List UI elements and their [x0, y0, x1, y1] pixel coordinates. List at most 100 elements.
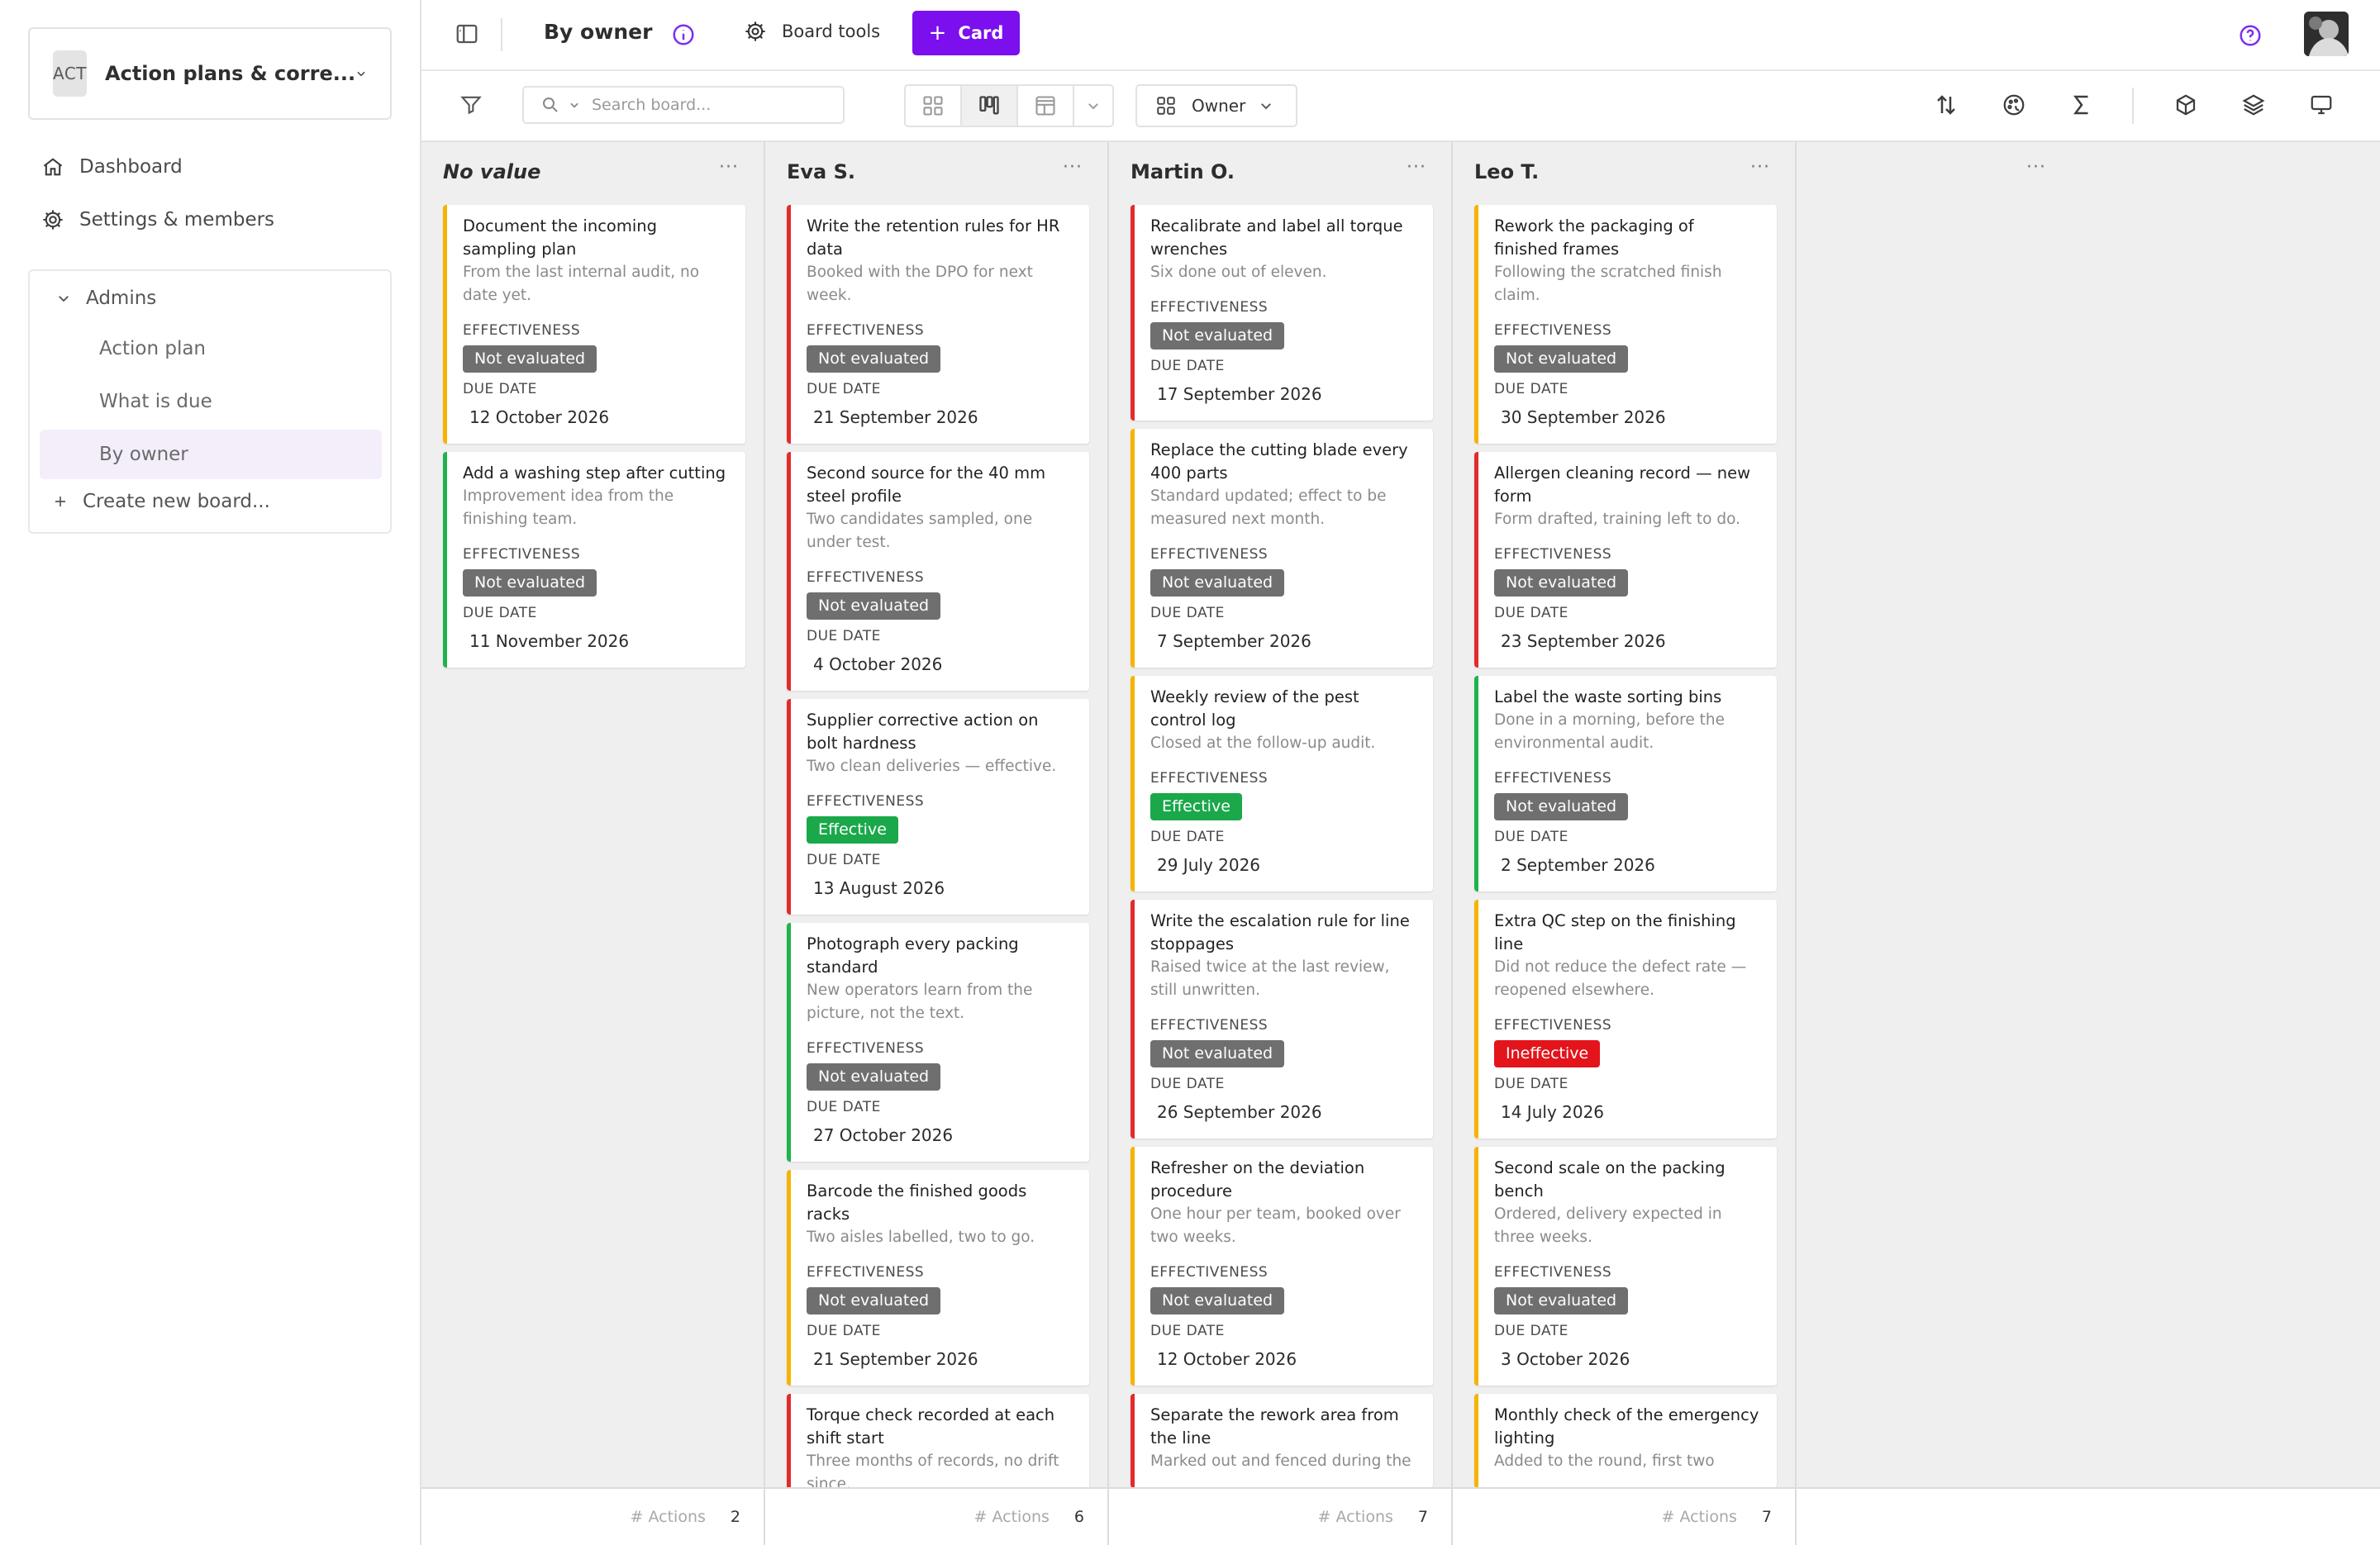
sidebar-item-settings[interactable]: Settings & members — [41, 208, 274, 231]
sum-icon[interactable] — [2069, 93, 2094, 117]
action-card[interactable]: Refresher on the deviation procedure One … — [1130, 1147, 1433, 1386]
action-card[interactable]: Supplier corrective action on bolt hardn… — [787, 699, 1089, 915]
info-icon[interactable] — [671, 22, 696, 47]
action-card[interactable]: Weekly review of the pest control log Clo… — [1130, 676, 1433, 891]
effectiveness-label: EFFECTIVENESS — [1494, 770, 1612, 787]
sidebar-item-label: Settings & members — [79, 209, 275, 231]
effectiveness-badge: Not evaluated — [1494, 569, 1629, 597]
action-card[interactable]: Second scale on the packing bench Ordered… — [1474, 1147, 1777, 1386]
effectiveness-label: EFFECTIVENESS — [1494, 1264, 1612, 1281]
due-date-value: 23 September 2026 — [1501, 631, 1666, 651]
page-title: By owner — [544, 20, 653, 44]
toggle-sidebar-icon[interactable] — [455, 21, 479, 46]
card-title: Weekly review of the pest control log — [1150, 687, 1359, 730]
column-footer — [1797, 1487, 2380, 1545]
action-card[interactable]: Add a washing step after cutting Improvem… — [443, 452, 745, 668]
help-icon[interactable] — [2238, 23, 2263, 48]
chevron-down-icon — [570, 102, 578, 108]
filter-icon[interactable] — [459, 93, 483, 116]
sidebar-item-by-owner[interactable]: By owner — [40, 430, 382, 479]
new-column-area: ··· — [1797, 142, 2380, 1487]
board-column: Martin O. ··· Recalibrate and label all … — [1109, 142, 1453, 1545]
avatar[interactable] — [2304, 12, 2349, 56]
board-group: Admins Action plan What is due By owner … — [28, 269, 392, 534]
more-icon[interactable]: ··· — [1063, 157, 1083, 178]
sidebar-item-dashboard[interactable]: Dashboard — [41, 155, 183, 178]
sidebar-item-what-is-due[interactable]: What is due — [40, 377, 382, 426]
effectiveness-badge: Not evaluated — [807, 1063, 941, 1091]
view-menu-button[interactable] — [1074, 86, 1112, 126]
color-icon[interactable] — [2002, 93, 2026, 117]
column-footer: # Actions 6 — [765, 1487, 1107, 1545]
more-icon[interactable]: ··· — [1407, 157, 1426, 178]
card-list: Recalibrate and label all torque wrenche… — [1130, 205, 1433, 1496]
grid-view-button[interactable] — [906, 86, 962, 126]
create-board-button[interactable]: Create new board... — [53, 491, 270, 512]
effectiveness-badge: Ineffective — [1494, 1040, 1601, 1067]
card-title: Allergen cleaning record — new form — [1494, 464, 1751, 506]
sidebar-item-action-plan[interactable]: Action plan — [40, 324, 382, 373]
due-date-value: 26 September 2026 — [1157, 1102, 1322, 1122]
kanban-view-button[interactable] — [962, 86, 1018, 126]
action-card[interactable]: Document the incoming sampling plan From … — [443, 205, 745, 444]
group-by-dropdown[interactable]: Owner — [1135, 84, 1297, 127]
more-icon[interactable]: ··· — [1750, 157, 1770, 178]
workspace-selector[interactable]: ACT Action plans & corre... — [28, 27, 392, 120]
divider — [2132, 88, 2134, 124]
column-count: 6 — [1073, 1508, 1084, 1526]
card-description: Booked with the DPO for next week. — [807, 264, 1033, 304]
action-card[interactable]: Replace the cutting blade every 400 part… — [1130, 429, 1433, 668]
group-by-label: Owner — [1192, 96, 1246, 116]
board-tools-button[interactable]: Board tools — [744, 20, 880, 43]
table-view-button[interactable] — [1018, 86, 1074, 126]
action-card[interactable]: Allergen cleaning record — new form Form … — [1474, 452, 1777, 668]
action-card[interactable]: Label the waste sorting bins Done in a mo… — [1474, 676, 1777, 891]
effectiveness-label: EFFECTIVENESS — [1494, 322, 1612, 339]
add-card-button[interactable]: + Card — [912, 11, 1020, 55]
home-icon — [43, 158, 63, 176]
effectiveness-badge: Not evaluated — [463, 345, 597, 373]
due-date-value: 17 September 2026 — [1157, 384, 1322, 404]
more-icon[interactable]: ··· — [719, 157, 739, 178]
due-date-value: 3 October 2026 — [1501, 1349, 1630, 1369]
due-date-value: 14 July 2026 — [1501, 1102, 1605, 1122]
kanban-board: No value ··· Document the incoming sampl… — [421, 142, 2380, 1545]
action-card[interactable]: Rework the packaging of finished frames F… — [1474, 205, 1777, 444]
action-card[interactable]: Photograph every packing standard New ope… — [787, 923, 1089, 1162]
gear-icon — [43, 210, 63, 230]
divider — [501, 18, 502, 51]
card-description: Did not reduce the defect rate — reopene… — [1494, 958, 1747, 999]
card-description: Done in a morning, before the environmen… — [1494, 711, 1726, 752]
footer-label: # Actions — [1317, 1508, 1393, 1526]
column-title: No value — [443, 160, 541, 183]
action-card[interactable]: Monthly check of the emergency lighting A… — [1474, 1394, 1777, 1488]
due-date-label: DUE DATE — [807, 852, 881, 868]
column-footer: # Actions 7 — [1453, 1487, 1795, 1545]
due-date-label: DUE DATE — [1150, 1323, 1225, 1339]
chevron-down-icon — [357, 71, 365, 77]
plus-icon — [55, 497, 65, 506]
action-card[interactable]: Second source for the 40 mm steel profil… — [787, 452, 1089, 691]
more-icon[interactable]: ··· — [2026, 157, 2046, 178]
action-card[interactable]: Separate the rework area from the line Ma… — [1130, 1394, 1433, 1488]
workspace-badge: ACT — [53, 50, 88, 97]
effectiveness-label: EFFECTIVENESS — [1494, 546, 1612, 563]
due-date-label: DUE DATE — [1150, 605, 1225, 621]
group-header[interactable]: Admins — [56, 288, 156, 309]
action-card[interactable]: Barcode the finished goods racks Two aisl… — [787, 1170, 1089, 1386]
sort-icon[interactable] — [1934, 93, 1959, 117]
due-date-label: DUE DATE — [1150, 1076, 1225, 1092]
action-card[interactable]: Write the escalation rule for line stopp… — [1130, 900, 1433, 1139]
cube-icon[interactable] — [2173, 93, 2198, 117]
grid-icon — [923, 96, 943, 116]
card-title: Write the escalation rule for line stopp… — [1150, 911, 1410, 953]
action-card[interactable]: Extra QC step on the finishing line Did n… — [1474, 900, 1777, 1139]
search-input[interactable]: Search board... — [522, 86, 845, 124]
top-bar: By owner Board tools + Card — [421, 0, 2380, 71]
avatar-image — [2304, 12, 2349, 56]
action-card[interactable]: Write the retention rules for HR data Boo… — [787, 205, 1089, 444]
action-card[interactable]: Recalibrate and label all torque wrenche… — [1130, 205, 1433, 421]
monitor-icon[interactable] — [2309, 93, 2334, 117]
layers-icon[interactable] — [2241, 93, 2266, 117]
effectiveness-badge: Not evaluated — [1150, 1040, 1285, 1067]
